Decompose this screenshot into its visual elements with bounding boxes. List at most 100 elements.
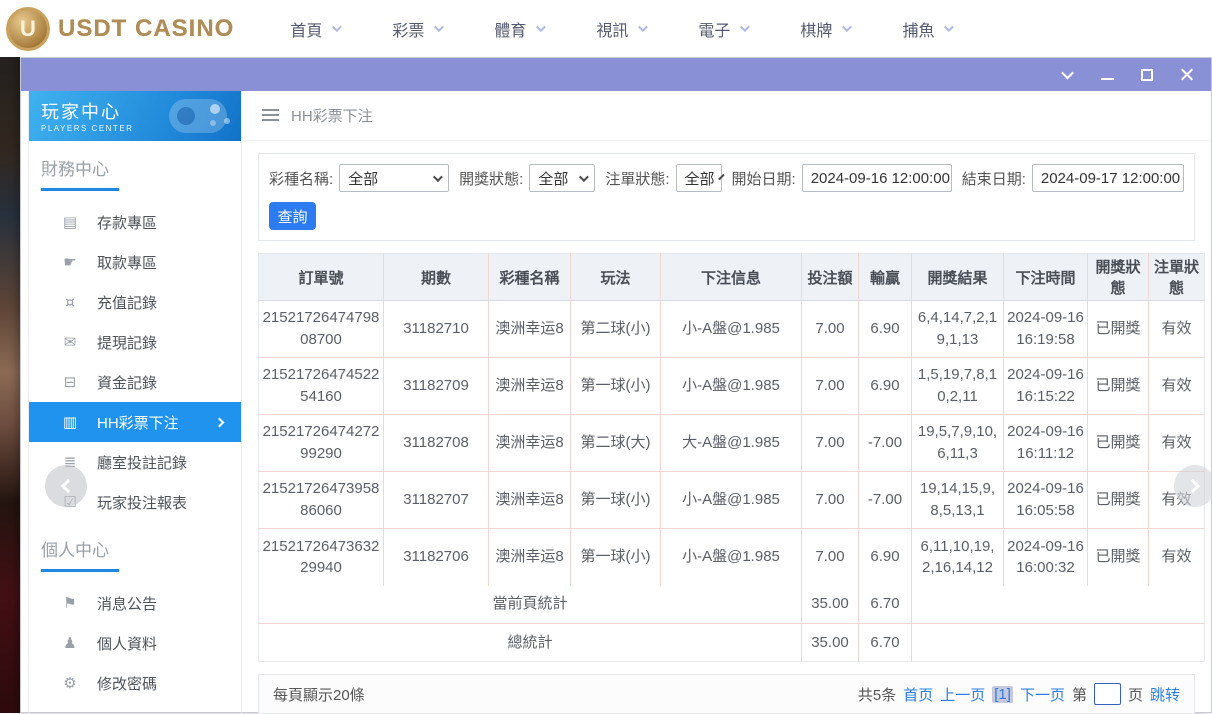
nav-item[interactable]: 棋牌 [800, 17, 849, 41]
table-body: 2152172647479808700 31182710 澳洲幸运8 第二球(小… [259, 301, 1205, 586]
sidebar-item[interactable]: ▤ 存款專區 [29, 202, 241, 242]
gamepad-icon [169, 99, 227, 133]
table-row[interactable]: 2152172647395886060 31182707 澳洲幸运8 第一球(小… [259, 472, 1205, 529]
cell-bet-time: 2024-09-16 16:00:32 [1004, 529, 1088, 586]
cell-draw-status: 已開獎 [1088, 415, 1149, 472]
nav-item[interactable]: 彩票 [392, 17, 441, 41]
lottery-name-select[interactable]: 全部 [339, 164, 449, 192]
nav-item[interactable]: 捕魚 [902, 17, 951, 41]
withdraw-record-wallet-icon: ✉ [61, 333, 79, 351]
window-dropdown-icon[interactable] [1059, 67, 1075, 83]
window-maximize-icon[interactable] [1139, 67, 1155, 83]
sidebar-item[interactable]: ♟ 個人資料 [29, 623, 241, 663]
sidebar-item[interactable]: ⚑ 消息公告 [29, 583, 241, 623]
summary-empty [912, 624, 1205, 662]
window-close-icon[interactable] [1179, 67, 1195, 83]
cell-lottery: 澳洲幸运8 [489, 358, 571, 415]
nav-menu: 首頁 彩票 體育 視訊 電子 棋牌 [290, 17, 951, 41]
sidebar-item[interactable]: ▥ HH彩票下注 [29, 402, 241, 442]
sidebar-item[interactable]: ☛ 取款專區 [29, 242, 241, 282]
nav-item[interactable]: 首頁 [290, 17, 339, 41]
chevron-down-icon [740, 22, 750, 32]
nav-item[interactable]: 電子 [698, 17, 747, 41]
bell-icon: ⚑ [61, 594, 79, 612]
menu-toggle-icon[interactable] [262, 109, 279, 122]
next-page-link[interactable]: 下一页 [1020, 684, 1065, 705]
table-row[interactable]: 2152172647479808700 31182710 澳洲幸运8 第二球(小… [259, 301, 1205, 358]
jump-page-input[interactable] [1094, 683, 1121, 705]
start-date-input[interactable]: 2024-09-16 12:00:00 [802, 164, 952, 192]
summary-bet-total: 35.00 [802, 586, 859, 624]
site-navbar: U USDT CASINO 首頁 彩票 體育 視訊 [0, 0, 1212, 57]
section-title-personal: 個人中心 [41, 536, 241, 561]
order-status-select[interactable]: 全部 [676, 164, 722, 192]
cell-order-status: 有效 [1149, 358, 1205, 415]
chevron-down-icon [718, 173, 724, 179]
prev-page-link[interactable]: 上一页 [940, 684, 985, 705]
chevron-down-icon [332, 22, 342, 32]
bets-table: 訂單號期數彩種名稱玩法下注信息投注額輸贏開獎結果下注時間開獎狀態注單狀態 215… [258, 253, 1205, 662]
sidebar-item-label: 充值記錄 [97, 292, 157, 313]
player-center-window: 玩家中心 PLAYERS CENTER 財務中心 ▤ 存款專區 ☛ 取款 [20, 57, 1212, 713]
nav-item-label: 電子 [698, 17, 730, 41]
cell-order-no: 2152172647427299290 [259, 415, 384, 472]
draw-status-select[interactable]: 全部 [529, 164, 595, 192]
page-title: HH彩票下注 [291, 105, 373, 126]
total-count: 共5条 [858, 684, 896, 705]
pagination-bar: 每頁顯示20條 共5条 首页 上一页 [1] 下一页 第 页 跳转 [258, 674, 1195, 714]
cell-draw-status: 已開獎 [1088, 358, 1149, 415]
query-button[interactable]: 查詢 [269, 202, 316, 230]
sidebar-item-label: 資金記錄 [97, 372, 157, 393]
main-content: HH彩票下注 彩種名稱: 全部 開獎狀態: 全部 注單狀態: [242, 91, 1211, 714]
end-date-input[interactable]: 2024-09-17 12:00:00 [1032, 164, 1184, 192]
recharge-moneybag-icon: ¤ [61, 293, 79, 311]
current-page-badge: [1] [992, 686, 1013, 703]
nav-item-label: 首頁 [290, 17, 322, 41]
panel-expand-button[interactable] [1174, 465, 1212, 507]
cell-draw-result: 1,5,19,7,8,10,2,11 [912, 358, 1004, 415]
sidebar-item[interactable]: ¤ 充值記錄 [29, 282, 241, 322]
table-row[interactable]: 2152172647427299290 31182708 澳洲幸运8 第二球(大… [259, 415, 1205, 472]
brand-coin-icon: U [6, 7, 50, 51]
brand-logo[interactable]: U USDT CASINO [6, 7, 234, 51]
lottery-bet-doc-icon: ▥ [61, 413, 79, 431]
cell-bet-amount: 7.00 [802, 301, 859, 358]
cell-bet-info: 小-A盤@1.985 [661, 358, 802, 415]
cell-lottery: 澳洲幸运8 [489, 301, 571, 358]
table-row[interactable]: 2152172647363229940 31182706 澳洲幸运8 第一球(小… [259, 529, 1205, 586]
cell-order-no: 2152172647479808700 [259, 301, 384, 358]
window-minimize-icon[interactable] [1099, 67, 1115, 83]
sidebar-item[interactable]: ⊟ 資金記錄 [29, 362, 241, 402]
nav-item-label: 體育 [494, 17, 526, 41]
brand-name: USDT CASINO [58, 15, 234, 43]
withdraw-hand-icon: ☛ [61, 253, 79, 271]
sidebar: 玩家中心 PLAYERS CENTER 財務中心 ▤ 存款專區 ☛ 取款 [28, 91, 242, 714]
first-page-link[interactable]: 首页 [903, 684, 933, 705]
sidebar-item-label: 玩家投注報表 [97, 492, 187, 513]
cell-playtype: 第一球(小) [571, 358, 661, 415]
cell-bet-info: 小-A盤@1.985 [661, 301, 802, 358]
cell-period: 31182706 [384, 529, 489, 586]
table-row[interactable]: 2152172647452254160 31182709 澳洲幸运8 第一球(小… [259, 358, 1205, 415]
cell-draw-result: 6,11,10,19,2,16,14,12 [912, 529, 1004, 586]
cell-draw-status: 已開獎 [1088, 472, 1149, 529]
summary-winloss-total: 6.70 [859, 586, 912, 624]
cell-order-no: 2152172647395886060 [259, 472, 384, 529]
sidebar-item[interactable]: ✉ 提現記錄 [29, 322, 241, 362]
cell-draw-result: 19,5,7,9,10,6,11,3 [912, 415, 1004, 472]
sidebar-item-label: HH彩票下注 [97, 412, 179, 433]
table-header-cell: 下注時間 [1004, 254, 1088, 301]
jump-action-link[interactable]: 跳转 [1150, 684, 1180, 705]
sidebar-item-label: 存款專區 [97, 212, 157, 233]
cell-order-status: 有效 [1149, 529, 1205, 586]
nav-item[interactable]: 體育 [494, 17, 543, 41]
sidebar-item[interactable]: ⚙ 修改密碼 [29, 663, 241, 703]
nav-item[interactable]: 視訊 [596, 17, 645, 41]
cell-bet-time: 2024-09-16 16:19:58 [1004, 301, 1088, 358]
cell-bet-time: 2024-09-16 16:11:12 [1004, 415, 1088, 472]
section-underline [41, 569, 119, 572]
table-header-cell: 開獎結果 [912, 254, 1004, 301]
cell-draw-result: 6,4,14,7,2,19,1,13 [912, 301, 1004, 358]
cell-playtype: 第一球(小) [571, 529, 661, 586]
sidebar-collapse-button[interactable] [45, 465, 87, 507]
